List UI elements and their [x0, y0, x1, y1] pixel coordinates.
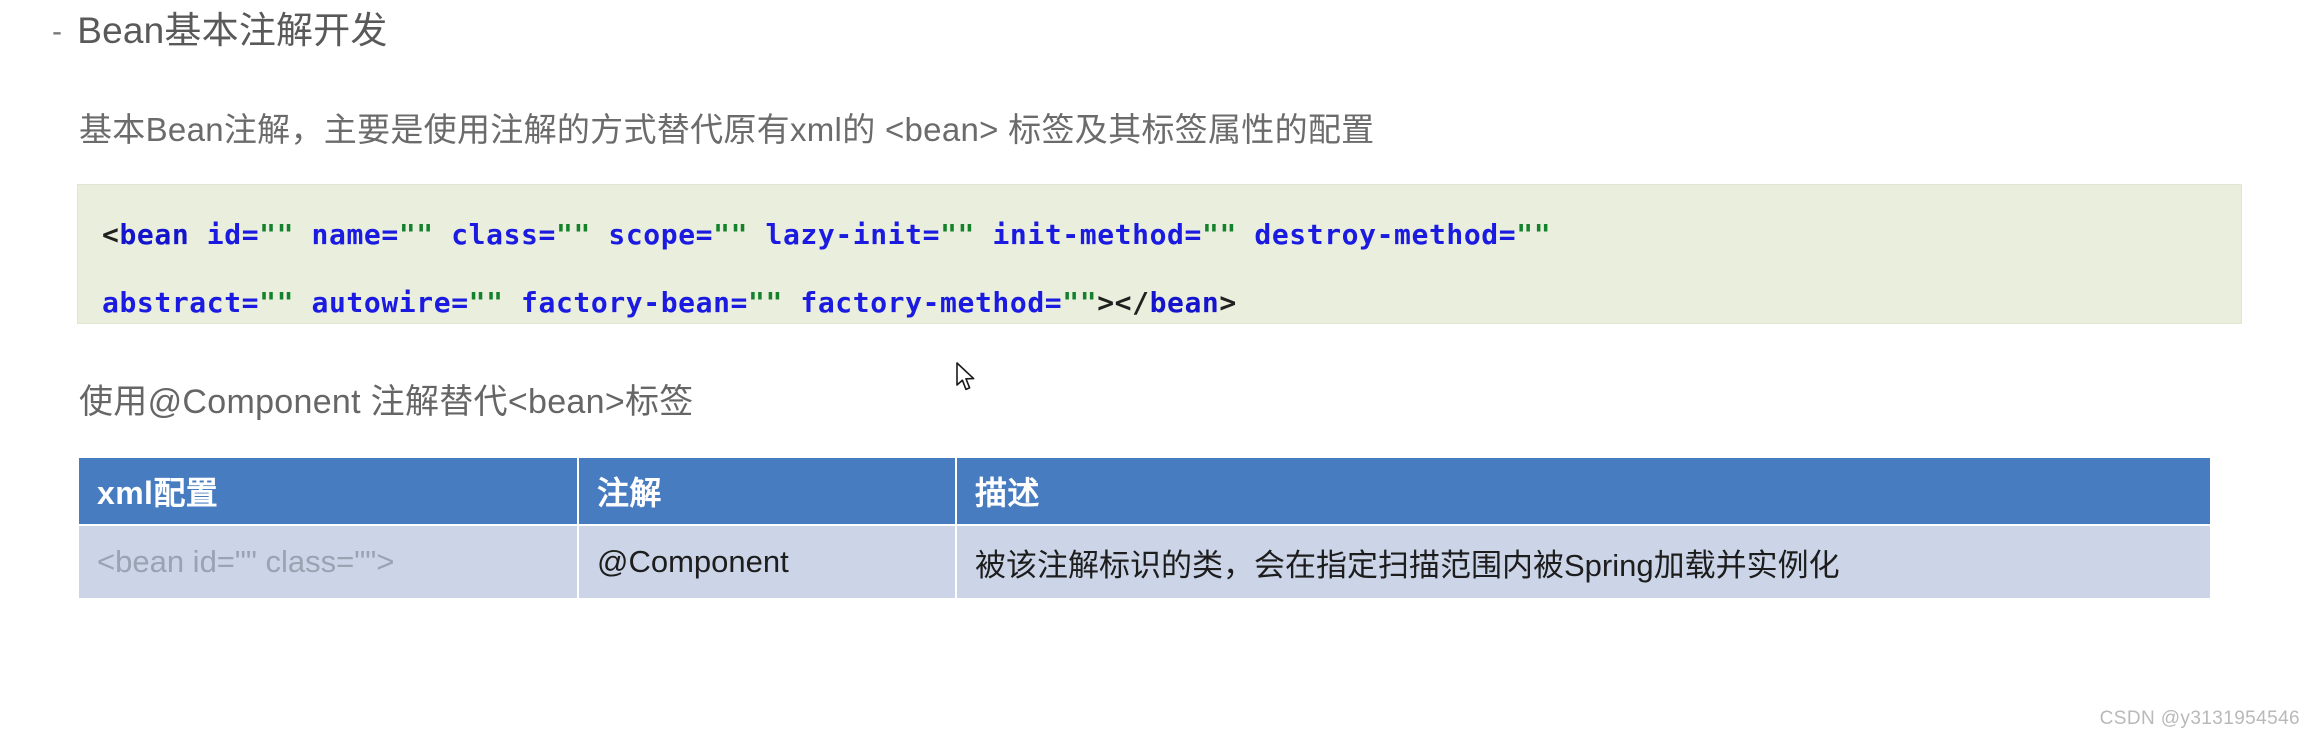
page-title-text: Bean基本注解开发 — [77, 10, 388, 51]
code-line-2: abstract="" autowire="" factory-bean="" … — [78, 269, 2241, 337]
section-subheading: 使用@Component 注解替代<bean>标签 — [79, 383, 694, 421]
code-token-attr: name — [294, 218, 382, 251]
mouse-pointer-icon — [956, 362, 975, 391]
code-token-attr: factory-method — [782, 286, 1045, 319]
cell-xml-config: <bean id="" class=""> — [77, 524, 579, 600]
code-token-attr: init-method — [975, 218, 1185, 251]
code-token-tag: bean — [119, 218, 190, 251]
page-title: - Bean基本注解开发 — [52, 8, 388, 57]
code-line-1: <bean id="" name="" class="" scope="" la… — [78, 201, 2241, 269]
code-token-str: "" — [555, 218, 591, 251]
code-token-punct: ></ — [1097, 286, 1150, 319]
table-body: <bean id="" class=""> @Component 被该注解标识的… — [77, 524, 2212, 600]
code-token-attr: destroy-method — [1236, 218, 1499, 251]
code-token-str: "" — [259, 286, 295, 319]
code-token-punct: > — [1219, 286, 1237, 319]
code-token-attr: class — [433, 218, 539, 251]
code-token-str: "" — [398, 218, 434, 251]
code-token-attr: autowire — [294, 286, 452, 319]
code-token-attr: factory-bean — [503, 286, 731, 319]
code-token-attr: abstract — [102, 286, 242, 319]
cell-annotation: @Component — [577, 524, 957, 600]
code-token-attr: id — [189, 218, 242, 251]
code-token-attr: lazy-init — [748, 218, 923, 251]
code-token-eq: = — [241, 286, 260, 319]
cell-description: 被该注解标识的类，会在指定扫描范围内被Spring加载并实例化 — [955, 524, 2212, 600]
document-page: - Bean基本注解开发 基本Bean注解，主要是使用注解的方式替代原有xml的… — [0, 0, 2324, 750]
code-token-eq: = — [381, 218, 399, 251]
code-token-eq: = — [695, 218, 714, 251]
column-header-description: 描述 — [955, 456, 2212, 526]
code-token-attr: scope — [590, 218, 696, 251]
code-token-str: "" — [748, 286, 783, 319]
code-token-str: "" — [1062, 286, 1098, 319]
code-token-eq: = — [1184, 218, 1202, 251]
intro-paragraph: 基本Bean注解，主要是使用注解的方式替代原有xml的 <bean> 标签及其标… — [79, 111, 1375, 148]
code-token-eq: = — [241, 218, 260, 251]
column-header-annotation: 注解 — [577, 456, 957, 526]
code-token-str: "" — [1201, 218, 1237, 251]
code-token-eq: = — [922, 218, 941, 251]
bullet-dash: - — [52, 15, 63, 48]
code-token-str: "" — [713, 218, 749, 251]
table-header-row: xml配置 注解 描述 — [77, 456, 2212, 526]
code-block: <bean id="" name="" class="" scope="" la… — [77, 184, 2242, 324]
code-token-eq: = — [451, 286, 469, 319]
column-header-xml: xml配置 — [77, 456, 579, 526]
code-token-str: "" — [259, 218, 295, 251]
code-token-str: "" — [468, 286, 504, 319]
code-token-eq: = — [1044, 286, 1063, 319]
table-head: xml配置 注解 描述 — [77, 456, 2212, 526]
code-token-str: "" — [940, 218, 976, 251]
table-row: <bean id="" class=""> @Component 被该注解标识的… — [77, 524, 2212, 600]
code-token-eq: = — [730, 286, 748, 319]
code-token-str: "" — [1516, 218, 1552, 251]
code-token-tag: bean — [1149, 286, 1220, 319]
code-token-punct: < — [102, 218, 120, 251]
watermark: CSDN @y3131954546 — [2099, 708, 2300, 729]
code-token-eq: = — [1498, 218, 1517, 251]
annotation-mapping-table: xml配置 注解 描述 <bean id="" class=""> @Compo… — [77, 456, 2212, 600]
code-token-eq: = — [538, 218, 556, 251]
